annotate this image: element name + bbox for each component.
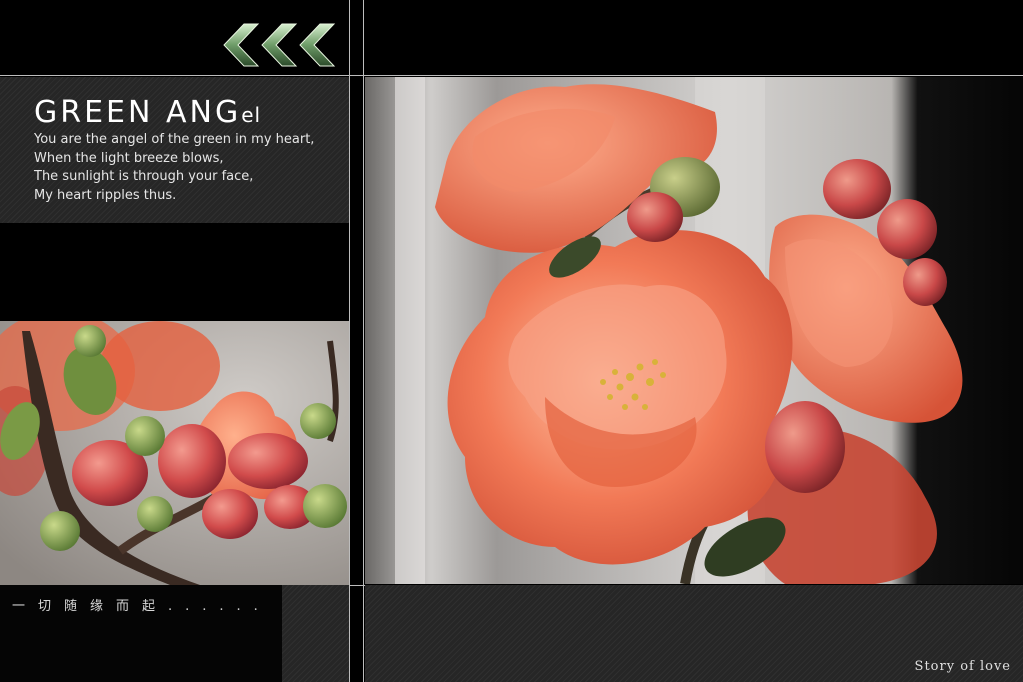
bottom-left-stripe <box>282 585 349 682</box>
poem-line: My heart ripples thus. <box>34 187 177 203</box>
title-suffix: el <box>241 103 262 127</box>
triple-chevron-left-icon <box>222 22 342 68</box>
poem-line: You are the angel of the green in my hea… <box>34 132 315 147</box>
chinese-caption: 一切随缘而起...... <box>12 599 271 614</box>
bottom-left-panel: 一切随缘而起...... <box>0 585 349 682</box>
poem: You are the angel of the green in my hea… <box>34 131 314 205</box>
title-panel: GREEN ANGel You are the angel of the gre… <box>0 77 349 223</box>
divider-vertical-left <box>349 0 350 682</box>
story-caption: Story of love <box>914 659 1011 674</box>
title-main: GREEN ANG <box>34 95 242 130</box>
divider-horizontal-top <box>0 75 1023 76</box>
quince-buds-photo <box>0 321 349 585</box>
poem-line: The sunlight is through your face, <box>34 169 254 184</box>
poem-line: When the light breeze blows, <box>34 150 224 166</box>
quince-blossom-photo <box>365 77 1023 584</box>
divider-vertical-right <box>363 0 364 682</box>
bottom-right-panel: Story of love <box>365 585 1023 682</box>
page-title: GREEN ANGel <box>34 95 261 130</box>
